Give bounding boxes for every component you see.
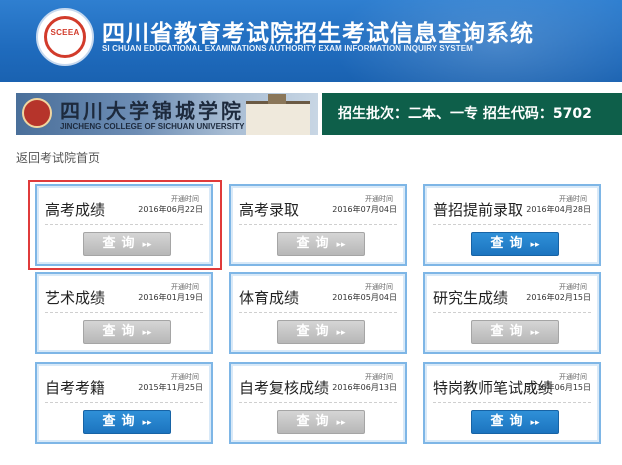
query-button-label: 查询 bbox=[102, 324, 141, 339]
open-date: 2016年06月13日 bbox=[332, 383, 397, 392]
card-title: 体育成绩 bbox=[239, 289, 300, 307]
query-button-label: 查询 bbox=[296, 414, 335, 429]
query-button[interactable]: 查询 ▸▸ bbox=[277, 320, 365, 344]
open-date: 2016年06月22日 bbox=[138, 205, 203, 214]
open-time-label: 开通时间 bbox=[171, 373, 199, 381]
query-button-label: 查询 bbox=[296, 324, 335, 339]
double-chevron-icon: ▸▸ bbox=[336, 328, 346, 338]
query-button-label: 查询 bbox=[490, 324, 529, 339]
query-card: 特岗教师笔试成绩 开通时间 2016年06月15日 查询 ▸▸ bbox=[423, 362, 601, 444]
open-time-label: 开通时间 bbox=[365, 283, 393, 291]
open-time-label: 开通时间 bbox=[365, 195, 393, 203]
card-divider bbox=[45, 402, 203, 403]
query-card: 高考录取 开通时间 2016年07月04日查询 ▸▸ bbox=[229, 184, 407, 266]
card-title: 高考成绩 bbox=[45, 201, 106, 219]
sceea-logo: SCEEA bbox=[36, 8, 94, 66]
card-title: 自考考籍 bbox=[45, 379, 106, 397]
card-title: 艺术成绩 bbox=[45, 289, 106, 307]
card-divider bbox=[239, 224, 397, 225]
query-button-label: 查询 bbox=[102, 414, 141, 429]
building-illustration bbox=[246, 94, 310, 135]
card-divider bbox=[239, 312, 397, 313]
back-to-home-link[interactable]: 返回考试院首页 bbox=[16, 149, 100, 166]
card-title: 研究生成绩 bbox=[433, 289, 509, 307]
query-button[interactable]: 查询 ▸▸ bbox=[83, 320, 171, 344]
query-button[interactable]: 查询 ▸▸ bbox=[471, 232, 559, 256]
query-card: 研究生成绩 开通时间 2016年02月15日查询 ▸▸ bbox=[423, 272, 601, 354]
open-time-label: 开通时间 bbox=[365, 373, 393, 381]
open-date: 2016年01月19日 bbox=[138, 293, 203, 302]
open-date: 2016年05月04日 bbox=[332, 293, 397, 302]
query-card: 自考复核成绩 开通时间 2016年06月13日查询 ▸▸ bbox=[229, 362, 407, 444]
card-divider bbox=[433, 224, 591, 225]
double-chevron-icon: ▸▸ bbox=[530, 240, 540, 250]
query-card: 高考成绩 开通时间 2016年06月22日查询 ▸▸ bbox=[35, 184, 213, 266]
college-banner: 四川大学锦城学院 JINCHENG COLLEGE OF SICHUAN UNI… bbox=[16, 93, 622, 135]
open-date: 2016年02月15日 bbox=[526, 293, 591, 302]
college-name-en: JINCHENG COLLEGE OF SICHUAN UNIVERSITY bbox=[60, 122, 245, 131]
double-chevron-icon: ▸▸ bbox=[142, 328, 152, 338]
query-button-label: 查询 bbox=[490, 414, 529, 429]
open-time-label: 开通时间 bbox=[559, 195, 587, 203]
double-chevron-icon: ▸▸ bbox=[142, 240, 152, 250]
open-date: 2016年06月15日 bbox=[526, 383, 591, 392]
open-date: 2015年11月25日 bbox=[138, 383, 203, 392]
double-chevron-icon: ▸▸ bbox=[336, 240, 346, 250]
query-card: 普招提前录取 开通时间 2016年04月28日查询 ▸▸ bbox=[423, 184, 601, 266]
double-chevron-icon: ▸▸ bbox=[530, 418, 540, 428]
card-divider bbox=[45, 224, 203, 225]
card-divider bbox=[433, 312, 591, 313]
logo-ring bbox=[44, 16, 86, 58]
open-time-label: 开通时间 bbox=[559, 283, 587, 291]
open-date: 2016年04月28日 bbox=[526, 205, 591, 214]
query-button-label: 查询 bbox=[102, 236, 141, 251]
query-button[interactable]: 查询 ▸▸ bbox=[83, 410, 171, 434]
open-time-label: 开通时间 bbox=[559, 373, 587, 381]
admission-info: 招生批次：二本、一专 招生代码：5702 bbox=[322, 93, 622, 135]
query-button-label: 查询 bbox=[490, 236, 529, 251]
card-title: 普招提前录取 bbox=[433, 201, 524, 219]
college-banner-image: 四川大学锦城学院 JINCHENG COLLEGE OF SICHUAN UNI… bbox=[16, 93, 318, 135]
double-chevron-icon: ▸▸ bbox=[336, 418, 346, 428]
query-button[interactable]: 查询 ▸▸ bbox=[83, 232, 171, 256]
site-subtitle: SI CHUAN EDUCATIONAL EXAMINATIONS AUTHOR… bbox=[102, 44, 473, 53]
open-time-label: 开通时间 bbox=[171, 283, 199, 291]
query-card: 体育成绩 开通时间 2016年05月04日查询 ▸▸ bbox=[229, 272, 407, 354]
query-card: 艺术成绩 开通时间 2016年01月19日查询 ▸▸ bbox=[35, 272, 213, 354]
query-card: 自考考籍 开通时间 2015年11月25日查询 ▸▸ bbox=[35, 362, 213, 444]
open-time-label: 开通时间 bbox=[171, 195, 199, 203]
logo-text: SCEEA bbox=[50, 28, 80, 37]
college-name-cn: 四川大学锦城学院 bbox=[60, 99, 244, 123]
double-chevron-icon: ▸▸ bbox=[530, 328, 540, 338]
card-title: 高考录取 bbox=[239, 201, 300, 219]
double-chevron-icon: ▸▸ bbox=[142, 418, 152, 428]
card-divider bbox=[433, 402, 591, 403]
card-divider bbox=[45, 312, 203, 313]
query-button[interactable]: 查询 ▸▸ bbox=[277, 410, 365, 434]
query-button[interactable]: 查询 ▸▸ bbox=[277, 232, 365, 256]
query-button[interactable]: 查询 ▸▸ bbox=[471, 320, 559, 344]
site-title: 四川省教育考试院招生考试信息查询系统 bbox=[102, 21, 534, 47]
college-seal-icon bbox=[22, 98, 52, 128]
open-date: 2016年07月04日 bbox=[332, 205, 397, 214]
query-button[interactable]: 查询 ▸▸ bbox=[471, 410, 559, 434]
card-title: 自考复核成绩 bbox=[239, 379, 330, 397]
site-header: SCEEA 四川省教育考试院招生考试信息查询系统 SI CHUAN EDUCAT… bbox=[0, 0, 622, 82]
query-button-label: 查询 bbox=[296, 236, 335, 251]
card-divider bbox=[239, 402, 397, 403]
